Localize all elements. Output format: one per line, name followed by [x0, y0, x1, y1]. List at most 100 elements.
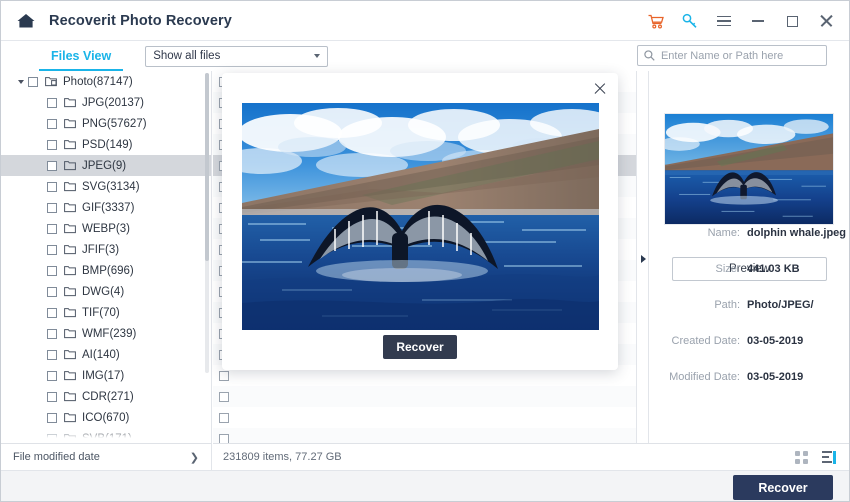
close-icon[interactable]	[809, 4, 843, 38]
chevron-down-icon	[314, 53, 321, 58]
metadata-row: Modified Date: 03-05-2019	[649, 371, 849, 383]
metadata-row: Created Date: 03-05-2019	[649, 335, 849, 347]
tree-checkbox[interactable]	[47, 118, 57, 129]
status-bar: 231809 items, 77.27 GB	[213, 443, 849, 470]
tree-item-jpg[interactable]: JPG(20137)	[1, 92, 211, 113]
tree-item-label: WMF(239)	[82, 327, 137, 340]
tree-checkbox[interactable]	[47, 181, 57, 192]
tree-item-svg[interactable]: SVG(3134)	[1, 176, 211, 197]
file-modified-date-label: File modified date	[13, 451, 100, 463]
tree-checkbox[interactable]	[28, 76, 38, 87]
tree-checkbox[interactable]	[47, 223, 57, 234]
file-thumbnail	[664, 113, 834, 225]
home-icon[interactable]	[15, 10, 37, 32]
tree-item-photo[interactable]: Photo(87147)	[1, 71, 211, 92]
folder-icon	[64, 391, 76, 402]
tree-item-label: JFIF(3)	[82, 243, 120, 256]
chevron-down-icon[interactable]	[15, 79, 26, 84]
search-box[interactable]	[637, 45, 827, 66]
tree-item-img[interactable]: IMG(17)	[1, 365, 211, 386]
table-row[interactable]	[213, 428, 636, 443]
table-row[interactable]	[213, 407, 636, 428]
tree-checkbox[interactable]	[47, 286, 57, 297]
folder-icon	[64, 412, 76, 423]
table-row[interactable]	[213, 386, 636, 407]
tree-item-label: TIF(70)	[82, 306, 120, 319]
maximize-icon[interactable]	[775, 4, 809, 38]
tree-item-ico[interactable]: ICO(670)	[1, 407, 211, 428]
metadata-value: Photo/JPEG/	[747, 299, 814, 311]
hamburger-menu-icon[interactable]	[707, 4, 741, 38]
tree-checkbox[interactable]	[47, 97, 57, 108]
modal-close-icon[interactable]	[590, 79, 610, 99]
metadata-row: Name: dolphin whale.jpeg	[649, 227, 849, 239]
application-window: Recoverit Photo Recovery Files View Show…	[0, 0, 850, 502]
tree-item-wmf[interactable]: WMF(239)	[1, 323, 211, 344]
row-checkbox[interactable]	[219, 370, 229, 381]
tree-item-gif[interactable]: GIF(3337)	[1, 197, 211, 218]
recover-button[interactable]: Recover	[733, 475, 833, 500]
grid-view-icon[interactable]	[795, 450, 808, 464]
row-checkbox[interactable]	[219, 412, 229, 423]
file-filter-select[interactable]: Show all files	[145, 45, 329, 67]
metadata-label: Path:	[714, 299, 740, 311]
tree-list: Photo(87147) JPG(20137) PNG(57627) PSD(149)…	[1, 71, 211, 443]
minimize-icon[interactable]	[741, 4, 775, 38]
folder-icon	[64, 328, 76, 339]
window-controls	[639, 1, 843, 41]
tree-item-ai[interactable]: AI(140)	[1, 344, 211, 365]
tree-item-jfif[interactable]: JFIF(3)	[1, 239, 211, 260]
key-icon[interactable]	[673, 4, 707, 38]
tree-item-label: ICO(670)	[82, 411, 130, 424]
tab-files-view[interactable]: Files View	[38, 41, 124, 71]
sidebar-scrollbar[interactable]	[205, 73, 209, 373]
list-view-icon[interactable]	[822, 450, 836, 464]
tree-checkbox[interactable]	[47, 307, 57, 318]
panel-splitter	[636, 71, 649, 443]
metadata-label: Name:	[707, 227, 740, 239]
photo-folder-icon	[45, 76, 57, 87]
collapse-panel-arrow-icon[interactable]	[641, 255, 646, 263]
row-checkbox[interactable]	[219, 433, 229, 443]
tree-checkbox[interactable]	[47, 160, 57, 171]
folder-icon	[64, 244, 76, 255]
tree-item-jpeg[interactable]: JPEG(9)	[1, 155, 211, 176]
tree-checkbox[interactable]	[47, 349, 57, 360]
tree-checkbox[interactable]	[47, 370, 57, 381]
tree-checkbox[interactable]	[47, 244, 57, 255]
chevron-right-icon: ❯	[189, 451, 199, 464]
metadata-value: 03-05-2019	[747, 371, 804, 383]
file-details-panel: Preview Name: dolphin whale.jpeg Size: 441.…	[649, 71, 849, 443]
page-title: Recoverit Photo Recovery	[49, 12, 232, 29]
folder-icon	[64, 265, 76, 276]
tree-item-psd[interactable]: PSD(149)	[1, 134, 211, 155]
view-mode-toggle	[795, 450, 836, 464]
tree-checkbox[interactable]	[47, 391, 57, 402]
tree-checkbox[interactable]	[47, 202, 57, 213]
tree-checkbox[interactable]	[47, 328, 57, 339]
tree-checkbox[interactable]	[47, 139, 57, 150]
tree-item-png[interactable]: PNG(57627)	[1, 113, 211, 134]
tree-item-webp[interactable]: WEBP(3)	[1, 218, 211, 239]
folder-icon	[64, 160, 76, 171]
tree-checkbox[interactable]	[47, 412, 57, 423]
tree-item-cdr[interactable]: CDR(271)	[1, 386, 211, 407]
view-toolbar: Tree View Files View Show all files	[1, 41, 849, 234]
file-filter-value: Show all files	[153, 50, 221, 62]
tree-item-bmp[interactable]: BMP(696)	[1, 260, 211, 281]
tree-item-tif[interactable]: TIF(70)	[1, 302, 211, 323]
modal-recover-button[interactable]: Recover	[383, 335, 457, 359]
status-item-count: 231809 items, 77.27 GB	[223, 451, 342, 463]
sidebar-fade-overlay	[1, 429, 211, 443]
folder-icon	[64, 139, 76, 150]
folder-icon	[64, 97, 76, 108]
folder-icon	[64, 118, 76, 129]
tree-checkbox[interactable]	[47, 265, 57, 276]
shopping-cart-icon[interactable]	[639, 4, 673, 38]
row-checkbox[interactable]	[219, 391, 229, 402]
folder-icon	[64, 181, 76, 192]
file-modified-date-filter[interactable]: File modified date ❯	[1, 443, 212, 470]
search-input[interactable]	[660, 49, 820, 62]
tree-item-dwg[interactable]: DWG(4)	[1, 281, 211, 302]
bottom-action-bar: Recover	[1, 470, 849, 501]
